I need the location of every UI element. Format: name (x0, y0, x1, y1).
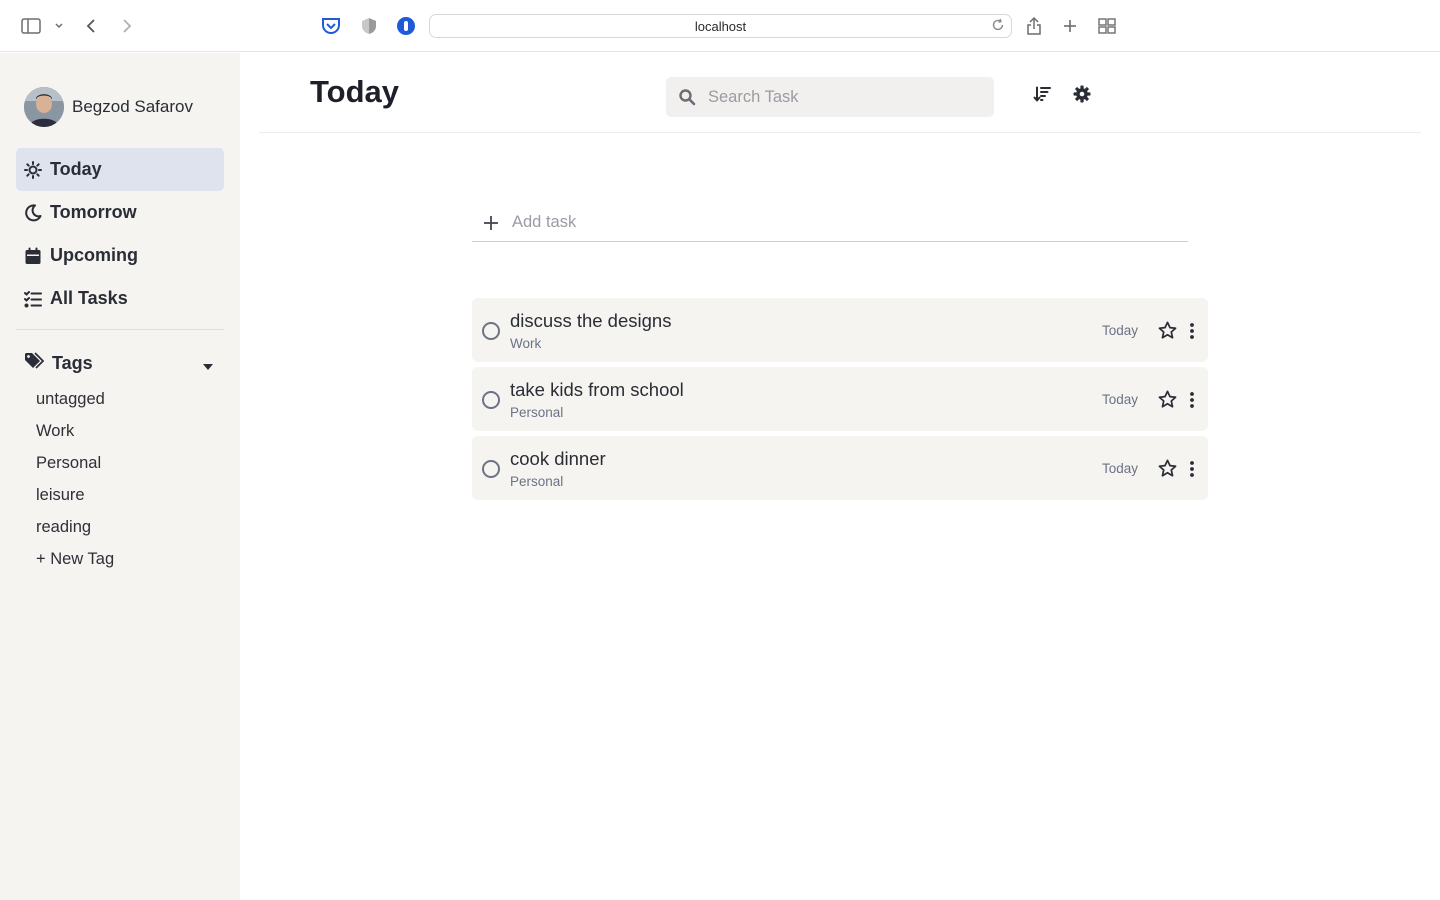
caret-down-icon (202, 358, 214, 376)
new-tag-button[interactable]: + New Tag (36, 543, 114, 575)
add-task-label: Add task (512, 213, 577, 231)
settings-button[interactable] (1072, 85, 1092, 108)
complete-checkbox[interactable] (482, 460, 500, 478)
address-bar[interactable]: localhost (429, 14, 1012, 38)
calendar-icon (24, 247, 42, 265)
search-box (666, 77, 994, 117)
forward-icon[interactable] (120, 14, 134, 38)
nav-item-tomorrow[interactable]: Tomorrow (16, 191, 224, 234)
task-row[interactable]: discuss the designs Work Today (472, 298, 1208, 362)
task-tag: Work (510, 336, 542, 351)
main-nav: Today Tomorrow Upcoming All Tasks (16, 148, 224, 320)
pocket-icon[interactable] (321, 14, 341, 38)
tag-item-work[interactable]: Work (36, 415, 114, 447)
star-icon[interactable] (1158, 459, 1177, 478)
task-due-date: Today (1101, 392, 1138, 407)
tag-item-personal[interactable]: Personal (36, 447, 114, 479)
complete-checkbox[interactable] (482, 391, 500, 409)
page-title: Today (310, 74, 399, 109)
nav-label: Tomorrow (50, 202, 137, 222)
more-options-icon[interactable] (1186, 459, 1198, 478)
shield-icon[interactable] (360, 14, 378, 38)
nav-label: All Tasks (50, 288, 128, 308)
reload-icon[interactable] (991, 18, 1005, 35)
nav-label: Upcoming (50, 245, 138, 265)
back-icon[interactable] (84, 14, 98, 38)
sun-icon (24, 160, 42, 179)
sidebar-toggle-icon[interactable] (20, 14, 42, 38)
sidebar: Begzod Safarov Today Tomorrow Upcoming A… (0, 53, 240, 900)
sidebar-divider (16, 329, 224, 330)
browser-toolbar: localhost (0, 0, 1440, 52)
share-icon[interactable] (1025, 14, 1043, 38)
more-options-icon[interactable] (1186, 321, 1198, 340)
list-icon (24, 290, 42, 308)
privacy-extension-icon[interactable] (396, 14, 416, 38)
nav-label: Today (50, 159, 102, 179)
search-input[interactable] (708, 87, 978, 107)
tag-item-untagged[interactable]: untagged (36, 383, 114, 415)
star-icon[interactable] (1158, 321, 1177, 340)
chevron-down-icon[interactable] (53, 14, 65, 38)
tag-list: untagged Work Personal leisure reading +… (36, 383, 114, 575)
nav-item-upcoming[interactable]: Upcoming (16, 234, 224, 277)
gear-icon (1073, 85, 1091, 108)
header-divider (259, 132, 1421, 133)
task-title: discuss the designs (510, 310, 672, 331)
user-profile[interactable]: Begzod Safarov (24, 87, 193, 127)
moon-icon (24, 203, 42, 222)
nav-item-all-tasks[interactable]: All Tasks (16, 277, 224, 320)
star-icon[interactable] (1158, 390, 1177, 409)
avatar (24, 87, 64, 127)
more-options-icon[interactable] (1186, 390, 1198, 409)
sort-button[interactable] (1032, 86, 1052, 106)
task-title: cook dinner (510, 448, 606, 469)
sort-icon (1033, 86, 1051, 107)
tags-heading: Tags (52, 352, 93, 373)
tags-icon (24, 351, 45, 375)
add-task-input[interactable]: Add task (472, 204, 1188, 242)
task-title: take kids from school (510, 379, 684, 400)
task-row[interactable]: take kids from school Personal Today (472, 367, 1208, 431)
new-tab-icon[interactable] (1061, 14, 1079, 38)
tab-overview-icon[interactable] (1098, 14, 1116, 38)
nav-item-today[interactable]: Today (16, 148, 224, 191)
task-due-date: Today (1101, 461, 1138, 476)
plus-icon (482, 214, 500, 232)
search-icon (678, 88, 696, 106)
user-name: Begzod Safarov (72, 97, 193, 116)
task-tag: Personal (510, 474, 564, 489)
tag-item-reading[interactable]: reading (36, 511, 114, 543)
task-row[interactable]: cook dinner Personal Today (472, 436, 1208, 500)
task-list: discuss the designs Work Today take kids… (472, 298, 1208, 505)
tag-item-leisure[interactable]: leisure (36, 479, 114, 511)
url-text: localhost (694, 18, 747, 34)
complete-checkbox[interactable] (482, 322, 500, 340)
task-due-date: Today (1101, 323, 1138, 338)
tags-section-toggle[interactable]: Tags (24, 350, 216, 376)
task-tag: Personal (510, 405, 564, 420)
